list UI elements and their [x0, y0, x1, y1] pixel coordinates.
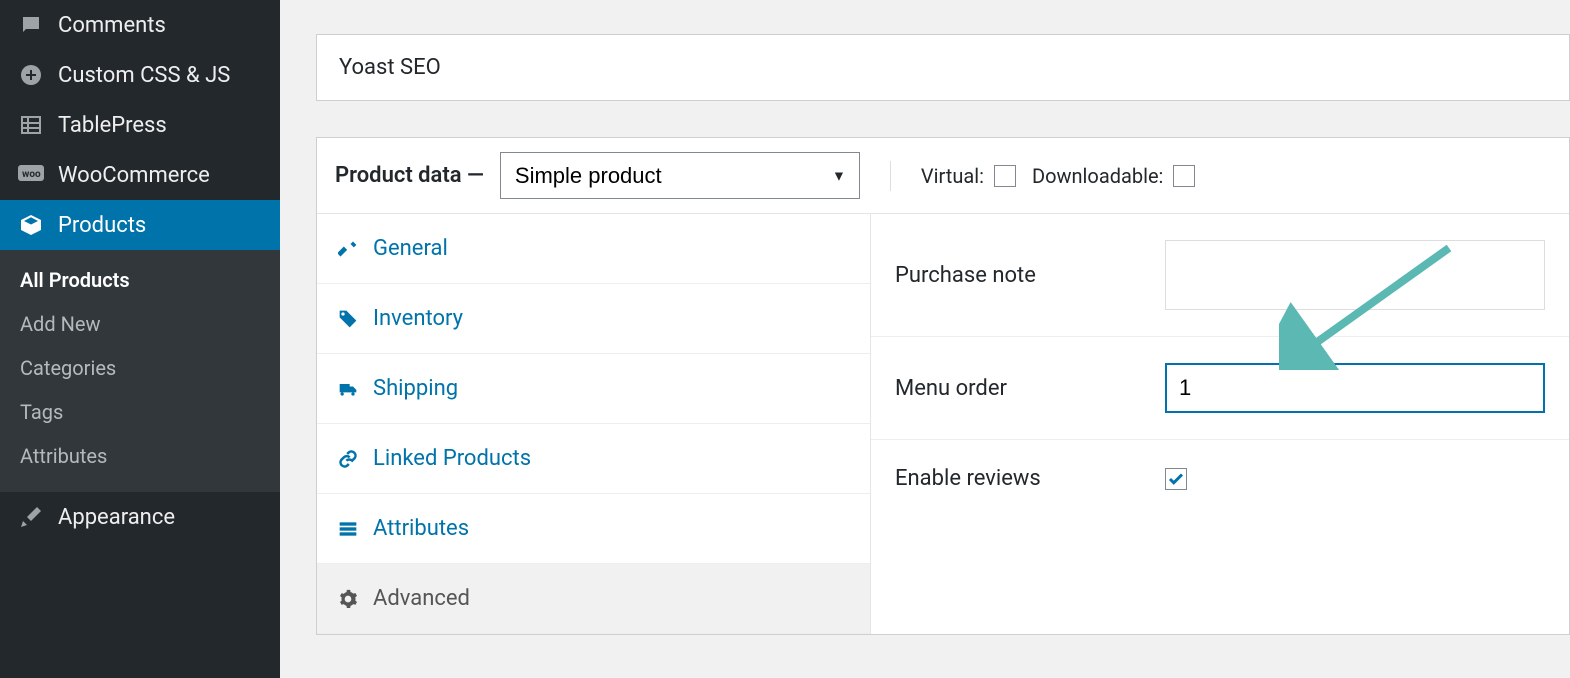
submenu-tags[interactable]: Tags [0, 390, 280, 434]
downloadable-checkbox[interactable] [1173, 165, 1195, 187]
admin-sidebar: Comments Custom CSS & JS TablePress woo … [0, 0, 280, 678]
list-icon [337, 518, 359, 540]
sidebar-item-custom-css-js[interactable]: Custom CSS & JS [0, 50, 280, 100]
product-data-content: Purchase note Menu order Enable reviews [871, 214, 1569, 634]
plus-circle-icon [18, 62, 44, 88]
submenu-all-products[interactable]: All Products [0, 258, 280, 302]
sidebar-item-woocommerce[interactable]: woo WooCommerce [0, 150, 280, 200]
tag-icon [337, 308, 359, 330]
enable-reviews-label: Enable reviews [895, 466, 1125, 491]
products-submenu: All Products Add New Categories Tags Att… [0, 250, 280, 492]
sidebar-label: Appearance [58, 505, 175, 530]
brush-icon [18, 504, 44, 530]
product-data-body: General Inventory Shipping [317, 214, 1569, 634]
truck-icon [337, 378, 359, 400]
tab-attributes[interactable]: Attributes [317, 494, 870, 564]
box-icon [18, 212, 44, 238]
tab-label: Advanced [373, 586, 470, 611]
main-content: Yoast SEO Product data — Simple product … [280, 0, 1570, 678]
product-data-tabs: General Inventory Shipping [317, 214, 871, 634]
virtual-label: Virtual: [921, 164, 984, 188]
product-data-title: Product data — [335, 163, 484, 188]
purchase-note-input[interactable] [1165, 240, 1545, 310]
tab-label: Shipping [373, 376, 458, 401]
submenu-attributes[interactable]: Attributes [0, 434, 280, 478]
menu-order-row: Menu order [871, 337, 1569, 440]
gear-icon [337, 588, 359, 610]
product-type-select[interactable]: Simple product [500, 152, 860, 199]
sidebar-label: Comments [58, 13, 166, 38]
divider [890, 161, 891, 191]
sidebar-label: Custom CSS & JS [58, 63, 230, 88]
tab-label: Linked Products [373, 446, 531, 471]
tab-general[interactable]: General [317, 214, 870, 284]
sidebar-item-comments[interactable]: Comments [0, 0, 280, 50]
menu-order-label: Menu order [895, 376, 1125, 401]
virtual-checkbox[interactable] [994, 165, 1016, 187]
svg-text:woo: woo [22, 169, 41, 180]
link-icon [337, 448, 359, 470]
tab-label: Inventory [373, 306, 463, 331]
product-data-header: Product data — Simple product ▼ Virtual:… [317, 138, 1569, 214]
tab-advanced[interactable]: Advanced [317, 564, 870, 634]
tab-inventory[interactable]: Inventory [317, 284, 870, 354]
submenu-categories[interactable]: Categories [0, 346, 280, 390]
table-icon [18, 112, 44, 138]
woo-icon: woo [18, 162, 44, 188]
sidebar-item-tablepress[interactable]: TablePress [0, 100, 280, 150]
wrench-icon [337, 238, 359, 260]
sidebar-label: Products [58, 213, 146, 238]
sidebar-item-appearance[interactable]: Appearance [0, 492, 280, 542]
comment-icon [18, 12, 44, 38]
tab-label: General [373, 236, 448, 261]
purchase-note-label: Purchase note [895, 263, 1125, 288]
submenu-add-new[interactable]: Add New [0, 302, 280, 346]
enable-reviews-row: Enable reviews [871, 440, 1569, 517]
enable-reviews-checkbox[interactable] [1165, 468, 1187, 490]
sidebar-item-products[interactable]: Products [0, 200, 280, 250]
product-data-metabox: Product data — Simple product ▼ Virtual:… [316, 137, 1570, 635]
downloadable-label: Downloadable: [1032, 164, 1163, 188]
sidebar-label: TablePress [58, 113, 167, 138]
yoast-seo-metabox[interactable]: Yoast SEO [316, 34, 1570, 101]
purchase-note-row: Purchase note [871, 214, 1569, 337]
yoast-title: Yoast SEO [339, 55, 441, 80]
menu-order-input[interactable] [1165, 363, 1545, 413]
tab-linked-products[interactable]: Linked Products [317, 424, 870, 494]
downloadable-toggle[interactable]: Downloadable: [1032, 164, 1195, 188]
virtual-toggle[interactable]: Virtual: [921, 164, 1016, 188]
tab-shipping[interactable]: Shipping [317, 354, 870, 424]
sidebar-label: WooCommerce [58, 163, 210, 188]
tab-label: Attributes [373, 516, 469, 541]
